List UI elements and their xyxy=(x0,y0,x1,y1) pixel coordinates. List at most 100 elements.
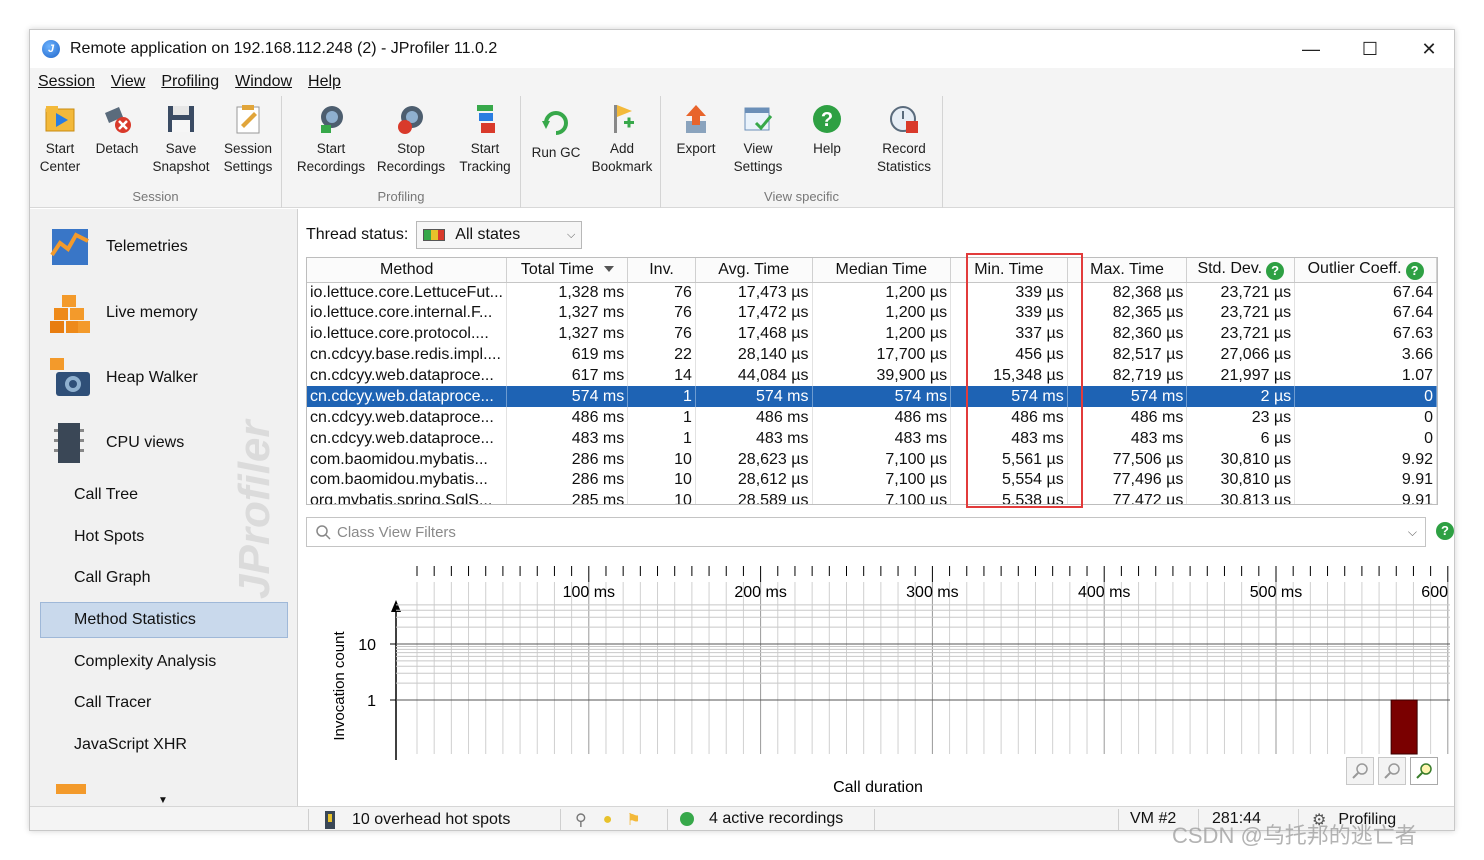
table-cell: 67.64 xyxy=(1294,302,1437,324)
sidebar-item-method-statistics[interactable]: Method Statistics xyxy=(74,611,196,629)
table-cell: io.lettuce.core.LettuceFut... xyxy=(307,282,508,303)
close-button[interactable]: ✕ xyxy=(1400,30,1454,68)
flag-icon[interactable]: ⚑ xyxy=(626,810,640,830)
filter-help-icon[interactable]: ? xyxy=(1436,522,1454,540)
maximize-button[interactable]: ☐ xyxy=(1341,30,1399,68)
y-axis-label: Invocation count xyxy=(331,631,348,741)
add-bookmark-button[interactable]: Add Bookmark xyxy=(587,100,657,176)
menu-session[interactable]: Session xyxy=(38,73,95,91)
zoom-out-icon xyxy=(1384,763,1400,779)
save-snapshot-button[interactable]: Save Snapshot xyxy=(150,100,212,176)
x-tick-label: 200 ms xyxy=(734,584,786,601)
sidebar-item-telemetries[interactable]: Telemetries xyxy=(48,225,188,269)
chevron-down-icon[interactable]: ⌵ xyxy=(1408,525,1417,540)
table-row[interactable]: com.baomidou.mybatis... 286 ms 10 28,612 µs… xyxy=(307,470,1437,491)
thread-status-select[interactable]: All states ⌵ xyxy=(416,221,583,249)
start-recordings-button[interactable]: Start Recordings xyxy=(294,100,368,176)
column-header-method[interactable]: Method xyxy=(307,258,508,283)
table-row[interactable]: cn.cdcyy.web.dataproce... 617 ms 14 44,084 … xyxy=(307,365,1437,387)
table-cell: 1.07 xyxy=(1294,365,1437,387)
sidebar-item-hot-spots[interactable]: Hot Spots xyxy=(74,528,144,546)
minimize-button[interactable]: — xyxy=(1282,30,1340,68)
table-cell: 10 xyxy=(627,470,696,491)
table-cell: 17,472 µs xyxy=(695,302,813,324)
table-cell: 22 xyxy=(627,344,696,366)
sidebar-item-call-tracer[interactable]: Call Tracer xyxy=(74,694,151,712)
start-center-button[interactable]: Start Center xyxy=(36,100,84,176)
zoom-fit-button[interactable] xyxy=(1410,757,1438,785)
zoom-out-button[interactable] xyxy=(1378,757,1406,785)
column-header-std-dev[interactable]: Std. Dev.? xyxy=(1186,258,1296,283)
start-tracking-button[interactable]: Start Tracking xyxy=(452,100,518,176)
sidebar-item-live-memory[interactable]: Live memory xyxy=(48,291,198,335)
sidebar-item-heap-walker[interactable]: Heap Walker xyxy=(48,356,198,400)
stop-recordings-button[interactable]: Stop Recordings xyxy=(374,100,448,176)
menu-window[interactable]: Window xyxy=(235,73,292,91)
table-row[interactable]: io.lettuce.core.internal.F... 1,327 ms 76 1… xyxy=(307,302,1437,324)
help-icon[interactable]: ? xyxy=(1266,261,1285,280)
table-cell: 7,100 µs xyxy=(812,490,952,504)
sort-descending-icon xyxy=(603,265,614,272)
table-cell: 1 xyxy=(627,386,696,408)
help-icon[interactable]: ? xyxy=(1405,261,1424,280)
sidebar-item-cpu-views[interactable]: CPU views xyxy=(48,421,184,465)
sidebar-item-call-tree[interactable]: Call Tree xyxy=(74,486,138,504)
invocation-histogram: 10 1 100 ms 200 ms 300 ms 400 ms 500 ms 600 Call… xyxy=(300,554,1454,804)
table-cell: 23,721 µs xyxy=(1186,323,1296,345)
table-cell: 286 ms xyxy=(506,470,629,491)
menu-profiling[interactable]: Profiling xyxy=(161,73,219,91)
column-header-total-time[interactable]: Total Time xyxy=(506,258,629,283)
table-row[interactable]: cn.cdcyy.web.dataproce... 574 ms 1 574 ms 57… xyxy=(307,386,1437,408)
export-button[interactable]: Export xyxy=(671,100,721,158)
table-cell: org.mybatis.spring.SqlS... xyxy=(307,490,508,504)
active-recordings-status[interactable]: 4 active recordings xyxy=(680,810,843,828)
session-settings-button[interactable]: Session Settings xyxy=(218,100,278,176)
table-cell: 10 xyxy=(627,449,696,471)
view-settings-button[interactable]: View Settings xyxy=(727,100,789,176)
sidebar-item-complexity-analysis[interactable]: Complexity Analysis xyxy=(74,653,216,671)
table-row[interactable]: cn.cdcyy.web.dataproce... 486 ms 1 486 ms 48… xyxy=(307,407,1437,429)
class-view-filter-input[interactable]: Class View Filters ⌵ xyxy=(306,517,1426,547)
thread-states-icon xyxy=(423,229,446,241)
column-header-avg-time[interactable]: Avg. Time xyxy=(695,258,813,283)
column-header-outlier-coeff[interactable]: Outlier Coeff.? xyxy=(1294,258,1437,283)
column-header-max-time[interactable]: Max. Time xyxy=(1067,258,1188,283)
y-tick-label: 1 xyxy=(367,693,376,710)
window-title: Remote application on 192.168.112.248 (2… xyxy=(70,40,498,57)
overhead-warning-icon xyxy=(325,811,335,829)
y-tick-label: 10 xyxy=(358,637,376,654)
sidebar-item-javascript-xhr[interactable]: JavaScript XHR xyxy=(74,736,187,754)
table-row[interactable]: cn.cdcyy.web.dataproce... 483 ms 1 483 ms 48… xyxy=(307,428,1437,450)
table-row[interactable]: cn.cdcyy.base.redis.impl.... 619 ms 22 28,1… xyxy=(307,344,1437,366)
menu-view[interactable]: View xyxy=(111,73,145,91)
pin-icon[interactable]: ⚲ xyxy=(575,810,587,830)
table-cell: 82,517 µs xyxy=(1067,344,1188,366)
table-row[interactable]: io.lettuce.core.LettuceFut... 1,328 ms 76 1… xyxy=(307,282,1437,303)
x-tick-label: 600 xyxy=(1421,584,1448,601)
sidebar-scroll-down-icon[interactable]: ▼ xyxy=(158,795,168,806)
lightbulb-icon[interactable]: ● xyxy=(603,811,613,829)
menu-help[interactable]: Help xyxy=(308,73,341,91)
table-cell: 483 ms xyxy=(1067,428,1188,450)
table-cell: 17,700 µs xyxy=(812,344,952,366)
title-bar: J Remote application on 192.168.112.248 … xyxy=(30,30,1454,68)
table-cell: 77,472 µs xyxy=(1067,490,1188,504)
table-cell: 1,327 ms xyxy=(506,302,629,324)
table-row[interactable]: io.lettuce.core.protocol.... 1,327 ms 76 17… xyxy=(307,323,1437,345)
detach-button[interactable]: Detach xyxy=(92,100,142,158)
table-cell: 10 xyxy=(627,490,696,504)
table-cell: 82,360 µs xyxy=(1067,323,1188,345)
column-header-invocations[interactable]: Inv. xyxy=(627,258,696,283)
record-statistics-button[interactable]: Record Statistics xyxy=(871,100,937,176)
table-cell: 9.92 xyxy=(1294,449,1437,471)
overhead-hotspots-status[interactable]: 10 overhead hot spots xyxy=(322,810,510,830)
column-header-median-time[interactable]: Median Time xyxy=(812,258,952,283)
menu-bar: Session View Profiling Window Help xyxy=(30,68,1454,96)
sidebar-item-call-graph[interactable]: Call Graph xyxy=(74,569,150,587)
table-cell: cn.cdcyy.web.dataproce... xyxy=(307,365,508,387)
table-row[interactable]: com.baomidou.mybatis... 286 ms 10 28,623 µs… xyxy=(307,449,1437,471)
help-button[interactable]: ? Help xyxy=(801,100,853,158)
table-row[interactable]: org.mybatis.spring.SqlS... 285 ms 10 28,589… xyxy=(307,490,1437,504)
run-gc-button[interactable]: Run GC xyxy=(529,100,583,162)
zoom-in-button[interactable] xyxy=(1346,757,1374,785)
